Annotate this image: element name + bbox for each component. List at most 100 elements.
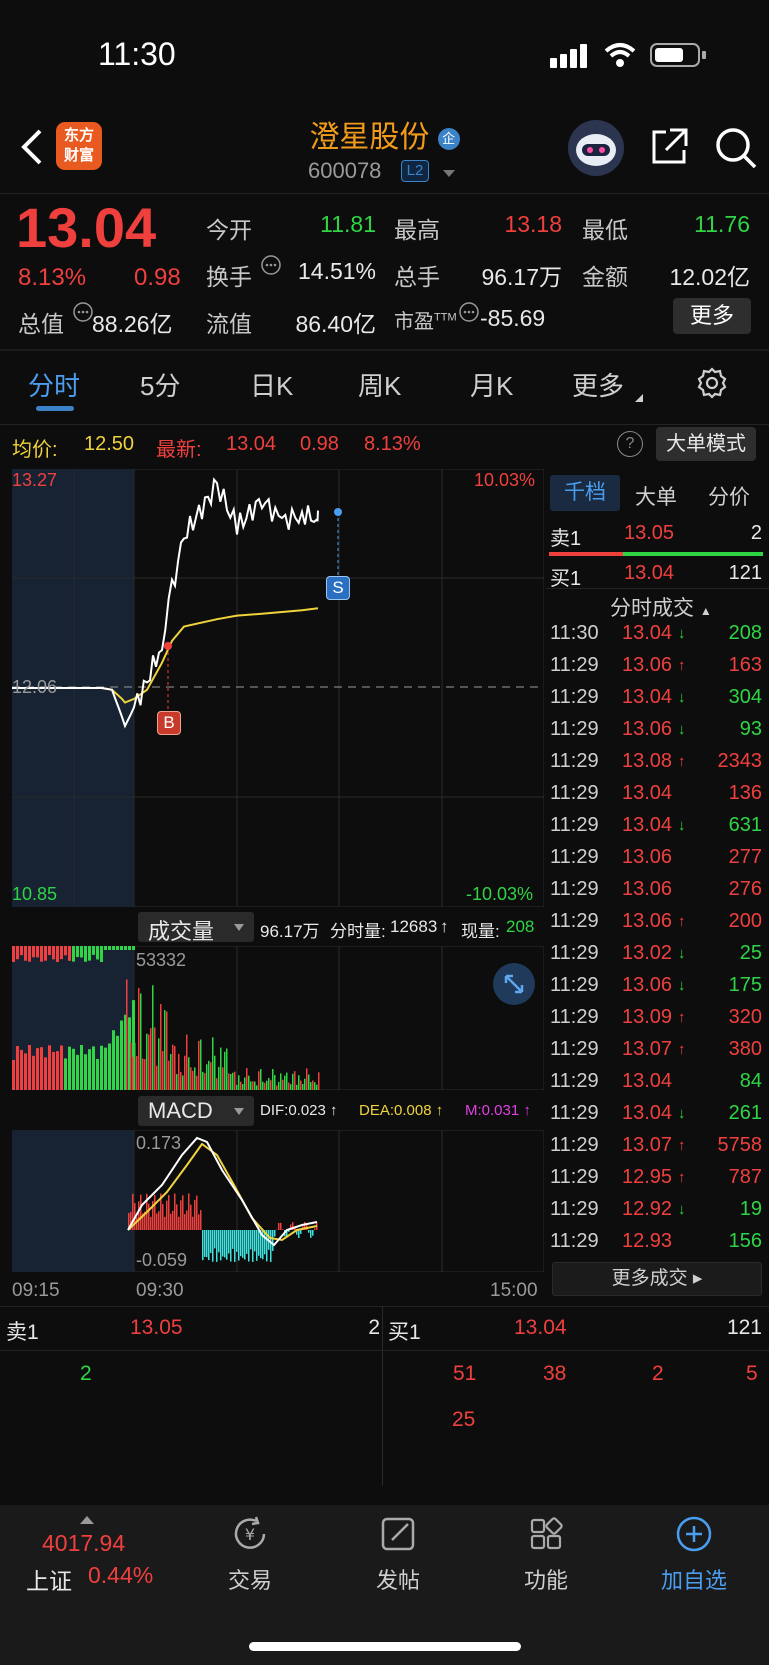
macd-dea: DEA:0.008 ↑ (359, 1102, 444, 1119)
side-tab-price-dist[interactable]: 分价 (708, 481, 750, 511)
side-tab-level2[interactable]: 千档 (550, 475, 620, 511)
side-tab-big-order[interactable]: 大单 (635, 481, 677, 511)
index-name[interactable]: 上证 (26, 1562, 72, 1596)
tab-intraday[interactable]: 分时 (28, 366, 80, 403)
queue-buy-order: 5 (746, 1362, 758, 1385)
ticks-title[interactable]: 分时成交 ▲ (610, 592, 712, 622)
tick-price: 13.04 (622, 1102, 673, 1124)
volume-chart[interactable] (11, 945, 545, 1091)
big-order-mode-button[interactable]: 大单模式 (656, 427, 756, 461)
tab-more[interactable]: 更多 (572, 366, 624, 403)
tick-direction: ↑ (678, 753, 686, 770)
tick-row: 11:29 13.06 ↓ 93 (548, 718, 764, 748)
info-icon[interactable] (458, 301, 480, 328)
tick-price: 13.04 (622, 622, 673, 644)
macd-chart[interactable] (11, 1129, 545, 1273)
buy-marker[interactable]: B (157, 711, 181, 735)
volume-value: 96.17万 (481, 264, 562, 290)
trade-icon: ¥ (234, 1516, 266, 1549)
nav-add-watchlist[interactable]: 加自选 (650, 1514, 738, 1595)
macd-m: M:0.031 ↑ (465, 1102, 531, 1119)
macd-selector[interactable]: MACD (138, 1096, 254, 1126)
nav-post[interactable]: 发帖 (360, 1514, 436, 1595)
more-ticks-button[interactable]: 更多成交 ▸ (552, 1262, 762, 1296)
tab-5min[interactable]: 5分 (140, 366, 180, 403)
queue-buy-order: 38 (543, 1362, 567, 1385)
latest-value: 13.04 (226, 433, 277, 455)
tick-volume: 208 (728, 622, 762, 644)
sell-marker[interactable]: S (326, 576, 350, 600)
info-icon[interactable] (260, 254, 282, 281)
robot-avatar[interactable] (566, 118, 626, 183)
tick-time: 11:29 (550, 1102, 599, 1124)
mktcap-label: 总值 (18, 311, 64, 337)
tick-direction: ↑ (678, 1041, 686, 1058)
chart-bottom-percent: -10.03% (466, 884, 534, 904)
more-button[interactable]: 更多 (673, 298, 751, 334)
ob-sell-label: 卖1 (550, 528, 582, 550)
chart-top-price: 13.27 (12, 470, 58, 490)
tick-volume: 2343 (717, 750, 763, 772)
tick-volume: 320 (728, 1006, 762, 1028)
change-percent: 8.13% (18, 264, 87, 291)
tick-direction: ↑ (678, 1169, 686, 1186)
ob-buy-qty: 121 (728, 562, 762, 584)
tick-volume: 380 (728, 1038, 762, 1060)
tick-price: 13.09 (622, 1006, 673, 1028)
info-icon[interactable] (72, 301, 94, 328)
turnover-value: 14.51% (297, 258, 376, 284)
tick-row: 11:29 13.04 ↓ 304 (548, 686, 764, 716)
chart-bottom-price: 10.85 (12, 884, 58, 904)
gear-icon[interactable] (695, 366, 729, 405)
queue-buy-qty: 121 (726, 1316, 762, 1339)
chevron-down-icon[interactable] (442, 166, 456, 184)
index-expand-icon[interactable] (80, 1512, 94, 1530)
volume-max-label: 53332 (136, 950, 187, 970)
tick-volume: 200 (728, 910, 762, 932)
tick-time: 11:29 (550, 1134, 599, 1156)
level2-badge: L2 (401, 160, 429, 182)
volume-label: 总手 (394, 264, 440, 290)
tick-direction: ↑ (678, 1137, 686, 1154)
search-icon[interactable] (714, 126, 758, 175)
tick-price: 12.93 (622, 1230, 673, 1252)
queue-buy-order: 2 (652, 1362, 664, 1385)
tick-row: 11:29 13.06 277 (548, 846, 764, 876)
wifi-icon (604, 42, 636, 73)
tab-monthly[interactable]: 月K (470, 366, 513, 403)
index-value[interactable]: 4017.94 (42, 1530, 125, 1557)
nav-trade[interactable]: ¥ 交易 (212, 1514, 288, 1595)
tick-direction: ↑ (678, 657, 686, 674)
tick-time: 11:29 (550, 1166, 599, 1188)
intraday-chart[interactable] (11, 468, 545, 908)
expand-icon[interactable] (492, 962, 536, 1011)
tick-volume: 163 (728, 654, 762, 676)
tick-price: 12.92 (622, 1198, 673, 1220)
tick-time: 11:29 (550, 782, 599, 804)
tick-volume: 93 (739, 718, 762, 740)
nav-function[interactable]: 功能 (508, 1514, 584, 1595)
tick-time: 11:29 (550, 910, 599, 932)
share-icon[interactable] (648, 126, 690, 173)
minute-volume-arrow: ↑ (440, 917, 449, 936)
edit-icon (381, 1517, 415, 1551)
plus-circle-icon (676, 1516, 712, 1552)
tick-price: 13.07 (622, 1134, 673, 1156)
tick-row: 11:29 13.08 ↑ 2343 (548, 750, 764, 780)
tick-price: 13.06 (622, 974, 673, 996)
tick-price: 12.95 (622, 1166, 673, 1188)
help-icon[interactable]: ? (617, 431, 643, 457)
amount-value: 12.02亿 (669, 264, 750, 290)
change-amount: 0.98 (134, 264, 181, 291)
tick-volume: 787 (728, 1166, 762, 1188)
ob-ratio-bar (549, 552, 763, 556)
tab-weekly[interactable]: 周K (358, 366, 401, 403)
float-label: 流值 (206, 311, 252, 337)
tick-price: 13.04 (622, 686, 673, 708)
volume-selector[interactable]: 成交量 (138, 912, 254, 944)
index-percent[interactable]: 0.44% (88, 1562, 153, 1589)
volume-total: 96.17万 (260, 922, 320, 941)
tick-row: 11:29 13.04 ↓ 631 (548, 814, 764, 844)
tab-daily[interactable]: 日K (250, 366, 293, 403)
tick-time: 11:29 (550, 1230, 599, 1252)
